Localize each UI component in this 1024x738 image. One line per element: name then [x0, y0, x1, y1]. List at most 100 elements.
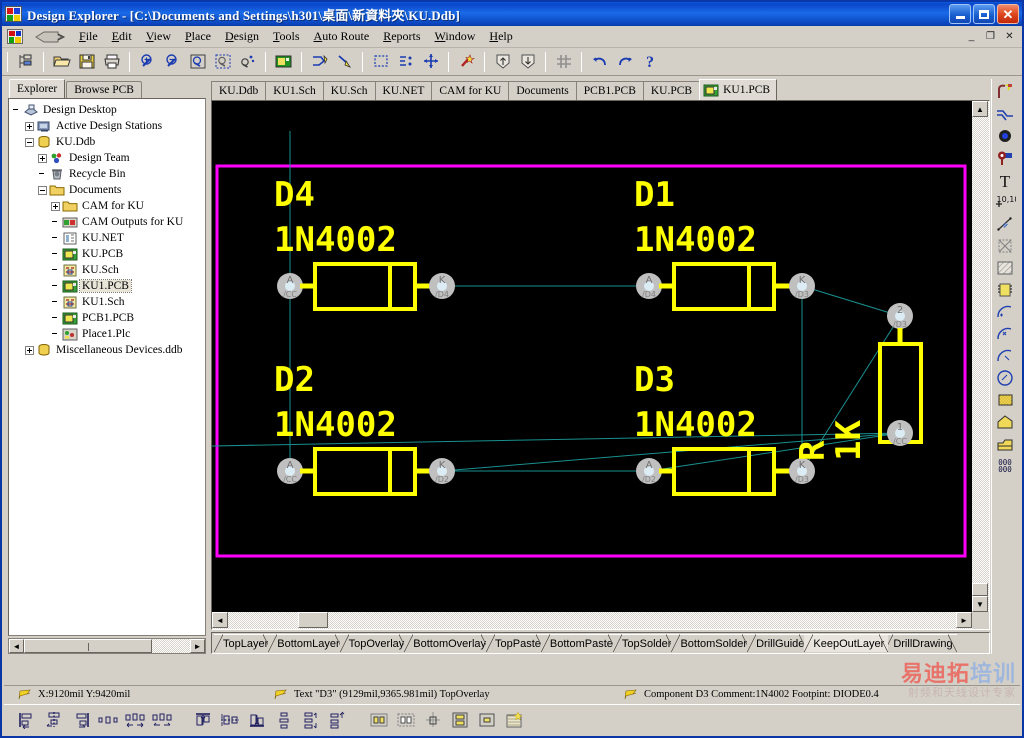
zoom-selection-icon[interactable]: [236, 51, 259, 73]
tree-item-documents[interactable]: Documents: [12, 182, 205, 198]
place-via-icon[interactable]: [993, 125, 1017, 147]
drc-wand-icon[interactable]: [455, 51, 478, 73]
tree-expander-minus-icon[interactable]: [25, 137, 34, 147]
menu-tools[interactable]: Tools: [266, 27, 307, 46]
align-horizontal-center-icon[interactable]: [41, 708, 66, 732]
place-line-icon[interactable]: [333, 51, 356, 73]
document-tab-ku1-sch[interactable]: KU1.Sch: [265, 81, 324, 100]
align-vertical-center-icon[interactable]: [217, 708, 242, 732]
tree-item-cam-outputs-for-ku[interactable]: CAM Outputs for KU: [12, 214, 205, 230]
down-pcb-icon[interactable]: [516, 51, 539, 73]
canvas-scroll-left-button[interactable]: ◄: [212, 612, 228, 628]
document-tab-ku1-pcb[interactable]: KU1.PCB: [699, 79, 778, 100]
tree-item-ku-pcb[interactable]: KU.PCB: [12, 246, 205, 262]
design-tree[interactable]: Design Desktop Active Design Stations KU.D…: [8, 98, 206, 636]
zoom-area-icon[interactable]: [211, 51, 234, 73]
place-track-icon[interactable]: [993, 103, 1017, 125]
browse-component-icon[interactable]: [272, 51, 295, 73]
menu-window[interactable]: Window: [428, 27, 483, 46]
layer-tab-bottompaste[interactable]: BottomPaste: [540, 634, 617, 652]
save-icon[interactable]: [75, 51, 98, 73]
decrease-vertical-spacing-icon[interactable]: [325, 708, 350, 732]
redo-icon[interactable]: [613, 51, 636, 73]
layer-tab-drillguide[interactable]: DrillGuide: [747, 634, 809, 652]
navigate-back-icon[interactable]: [34, 29, 66, 44]
tree-expander-plus-icon[interactable]: [25, 345, 34, 355]
place-room-icon[interactable]: [993, 433, 1017, 455]
document-tab-ku-sch[interactable]: KU.Sch: [322, 81, 376, 100]
select-area-icon[interactable]: [369, 51, 392, 73]
zoom-in-icon[interactable]: [136, 51, 159, 73]
canvas-horizontal-scrollbar[interactable]: ◄ ►: [212, 612, 972, 629]
menu-edit[interactable]: Edit: [105, 27, 139, 46]
place-arc-any-angle-icon[interactable]: [993, 345, 1017, 367]
tree-expander-plus-icon[interactable]: [38, 153, 47, 163]
place-polygon-plane-icon[interactable]: [993, 389, 1017, 411]
place-pad-icon[interactable]: [993, 147, 1017, 169]
document-system-icon[interactable]: [7, 29, 23, 44]
layer-tab-topoverlay[interactable]: TopOverlay: [339, 634, 409, 652]
array-paste-icon[interactable]: 000 000: [993, 455, 1017, 477]
open-folder-icon[interactable]: [50, 51, 73, 73]
deselect-icon[interactable]: [394, 51, 417, 73]
scroll-right-button[interactable]: ►: [190, 639, 205, 653]
interactive-routing-icon[interactable]: [993, 81, 1017, 103]
layer-tab-toppaste[interactable]: TopPaste: [486, 634, 545, 652]
menu-place[interactable]: Place: [178, 27, 218, 46]
tree-item-cam-for-ku[interactable]: CAM for KU: [12, 198, 205, 214]
canvas-horizontal-scroll-thumb[interactable]: [298, 612, 328, 628]
tree-item-recycle-bin[interactable]: Recycle Bin: [12, 166, 205, 182]
tree-item-ku-ddb[interactable]: KU.Ddb: [12, 134, 205, 150]
document-tab-ku-pcb[interactable]: KU.PCB: [642, 81, 701, 100]
scroll-thumb[interactable]: [24, 639, 152, 653]
layer-tab-topsolder[interactable]: TopSolder: [612, 634, 676, 652]
place-split-plane-icon[interactable]: [993, 411, 1017, 433]
up-pcb-icon[interactable]: [491, 51, 514, 73]
tree-expander-plus-icon[interactable]: [51, 201, 60, 211]
close-button[interactable]: ✕: [997, 4, 1019, 24]
canvas-vertical-scrollbar[interactable]: ▲ ▼: [972, 101, 989, 612]
rotate-selection-icon[interactable]: [474, 708, 499, 732]
tree-item-ku1-sch[interactable]: KU1.Sch: [12, 294, 205, 310]
menu-reports[interactable]: Reports: [376, 27, 427, 46]
increase-horizontal-spacing-icon[interactable]: [122, 708, 147, 732]
align-bottom-icon[interactable]: [244, 708, 269, 732]
decrease-horizontal-spacing-icon[interactable]: [149, 708, 174, 732]
scroll-left-button[interactable]: ◄: [9, 639, 24, 653]
place-coordinate-icon[interactable]: 10,10: [993, 191, 1017, 213]
canvas-scroll-up-button[interactable]: ▲: [972, 101, 988, 117]
tree-item-design-team[interactable]: Design Team: [12, 150, 205, 166]
flip-selection-icon[interactable]: [447, 708, 472, 732]
document-tab-ku-ddb[interactable]: KU.Ddb: [211, 81, 267, 100]
tree-item-design-desktop[interactable]: Design Desktop: [12, 102, 205, 118]
interactive-route-icon[interactable]: [308, 51, 331, 73]
tree-item-pcb1-pcb[interactable]: PCB1.PCB: [12, 310, 205, 326]
canvas-vertical-scroll-thumb[interactable]: [972, 583, 988, 596]
place-full-circle-icon[interactable]: [993, 367, 1017, 389]
zoom-out-icon[interactable]: [161, 51, 184, 73]
explorer-panel-icon[interactable]: [14, 51, 37, 73]
document-tab-ku-net[interactable]: KU.NET: [374, 81, 433, 100]
document-tab-cam-for-ku[interactable]: CAM for KU: [431, 81, 510, 100]
move-selection-icon[interactable]: [420, 708, 445, 732]
tree-expander-plus-icon[interactable]: [25, 121, 34, 131]
menu-design[interactable]: Design: [218, 27, 266, 46]
space-equally-vertical-icon[interactable]: [271, 708, 296, 732]
menu-help[interactable]: Help: [482, 27, 519, 46]
grid-icon[interactable]: [552, 51, 575, 73]
layer-tab-drilldrawing[interactable]: DrillDrawing: [884, 634, 957, 652]
arrange-components-icon[interactable]: [501, 708, 526, 732]
menu-view[interactable]: View: [139, 27, 178, 46]
tab-explorer[interactable]: Explorer: [9, 79, 66, 98]
increase-vertical-spacing-icon[interactable]: [298, 708, 323, 732]
canvas-scroll-right-button[interactable]: ►: [956, 612, 972, 628]
mdi-restore-button[interactable]: ❐: [982, 29, 999, 44]
print-icon[interactable]: [100, 51, 123, 73]
move-icon[interactable]: [419, 51, 442, 73]
position-component-text-icon[interactable]: [366, 708, 391, 732]
space-equally-horizontal-icon[interactable]: [95, 708, 120, 732]
tree-item-ku-sch[interactable]: KU.Sch: [12, 262, 205, 278]
align-right-icon[interactable]: [68, 708, 93, 732]
align-left-icon[interactable]: [14, 708, 39, 732]
menu-file[interactable]: File: [72, 27, 105, 46]
